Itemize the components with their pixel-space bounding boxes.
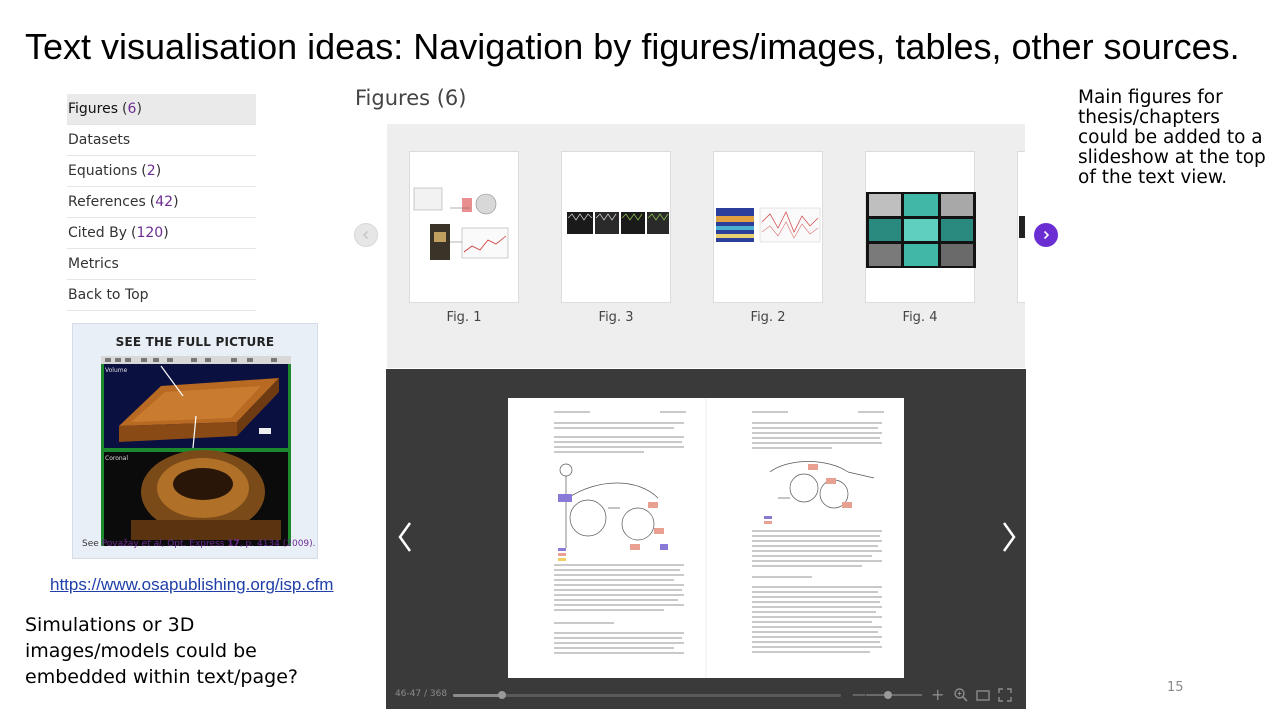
viewer-toolbar: 46-47 / 368 — + — [386, 681, 1026, 709]
chevron-left-icon — [398, 522, 412, 552]
caption-volume[interactable]: 17 — [227, 539, 240, 549]
figures-carousel: Fig. 1 Fig. 3 Fig. 2 Fig. 4 — [387, 124, 1025, 368]
full-picture-card: SEE THE FULL PICTURE Volume Coronal See … — [72, 323, 318, 559]
svg-text:Volume: Volume — [105, 367, 128, 374]
sidebar-item-back-to-top[interactable]: Back to Top — [67, 280, 256, 311]
zoom-in-button[interactable]: + — [931, 685, 944, 705]
sidebar-item-cited-by[interactable]: Cited By (120) — [67, 218, 256, 249]
page-progress-fill — [453, 694, 502, 697]
sidebar-item-count: 2 — [146, 163, 156, 179]
carousel-next-button[interactable] — [1034, 223, 1058, 247]
oct-3d-volume-image[interactable]: Volume Coronal — [101, 356, 291, 546]
sidebar-item-label: Metrics — [68, 256, 119, 272]
zoom-slider[interactable] — [866, 691, 922, 699]
note-simulations: Simulations or 3D images/models could be… — [25, 614, 298, 688]
figure-thumbnail-4[interactable] — [865, 151, 976, 303]
magnifier-icon[interactable] — [953, 687, 969, 703]
viewer-prev-page-button[interactable] — [394, 517, 418, 557]
sidebar-item-label: Figures — [68, 101, 119, 117]
figure-thumbnail-2[interactable] — [713, 151, 823, 303]
page-counter: 46-47 / 368 — [395, 689, 448, 699]
full-picture-caption: See Považay et al, Opt. Express 17, p. 4… — [82, 539, 316, 549]
zoom-out-button[interactable]: — — [852, 685, 866, 705]
figure-label-4: Fig. 4 — [902, 310, 938, 325]
figure-thumbnail-1[interactable] — [409, 151, 519, 303]
sidebar-item-label: References — [68, 194, 146, 210]
caption-pages[interactable]: , p. 4134 (2009). — [240, 539, 316, 549]
svg-text:Coronal: Coronal — [105, 455, 128, 462]
chevron-right-icon — [1002, 522, 1016, 552]
thesis-page-spread — [508, 398, 904, 678]
chevron-left-icon — [362, 230, 369, 240]
sidebar-item-label: Cited By — [68, 225, 127, 241]
slide-number: 15 — [1167, 680, 1184, 695]
fullscreen-icon[interactable] — [997, 687, 1013, 703]
chevron-right-icon — [1043, 230, 1050, 240]
article-sidebar-nav: Figures (6) Datasets Equations (2) Refer… — [67, 94, 256, 311]
caption-prefix: See — [82, 539, 102, 549]
figure-thumbnail-partial[interactable] — [1017, 151, 1025, 303]
figure-label-2: Fig. 2 — [750, 310, 786, 325]
sidebar-item-datasets[interactable]: Datasets — [67, 125, 256, 156]
single-page-view-icon[interactable] — [975, 687, 991, 703]
sidebar-item-equations[interactable]: Equations (2) — [67, 156, 256, 187]
carousel-prev-button[interactable] — [354, 223, 378, 247]
document-viewer: 46-47 / 368 — + — [386, 369, 1026, 709]
osa-publishing-link[interactable]: https://www.osapublishing.org/isp.cfm — [50, 575, 333, 595]
page-progress-slider[interactable] — [453, 691, 841, 699]
caption-author-link[interactable]: Považay — [102, 539, 139, 549]
note-main-figures: Main figures for thesis/chapters could b… — [1078, 87, 1266, 188]
zoom-handle[interactable] — [884, 691, 893, 699]
sidebar-item-references[interactable]: References (42) — [67, 187, 256, 218]
sidebar-item-label: Datasets — [68, 132, 131, 148]
caption-journal[interactable]: , Opt. Express — [162, 539, 228, 549]
sidebar-item-label: Back to Top — [68, 287, 149, 303]
sidebar-item-metrics[interactable]: Metrics — [67, 249, 256, 280]
caption-etal[interactable]: et al — [139, 539, 162, 549]
viewer-next-page-button[interactable] — [996, 517, 1020, 557]
sidebar-item-count: 42 — [155, 194, 174, 210]
figure-label-3: Fig. 3 — [598, 310, 634, 325]
page-progress-handle[interactable] — [497, 691, 506, 699]
full-picture-title: SEE THE FULL PICTURE — [115, 335, 275, 349]
slide-title: Text visualisation ideas: Navigation by … — [25, 26, 1240, 67]
sidebar-item-count: 120 — [136, 225, 164, 241]
figures-heading: Figures (6) — [355, 86, 467, 110]
sidebar-item-label: Equations — [68, 163, 138, 179]
figure-label-1: Fig. 1 — [446, 310, 482, 325]
figure-thumbnail-3[interactable] — [561, 151, 671, 303]
sidebar-item-figures[interactable]: Figures (6) — [67, 94, 256, 125]
